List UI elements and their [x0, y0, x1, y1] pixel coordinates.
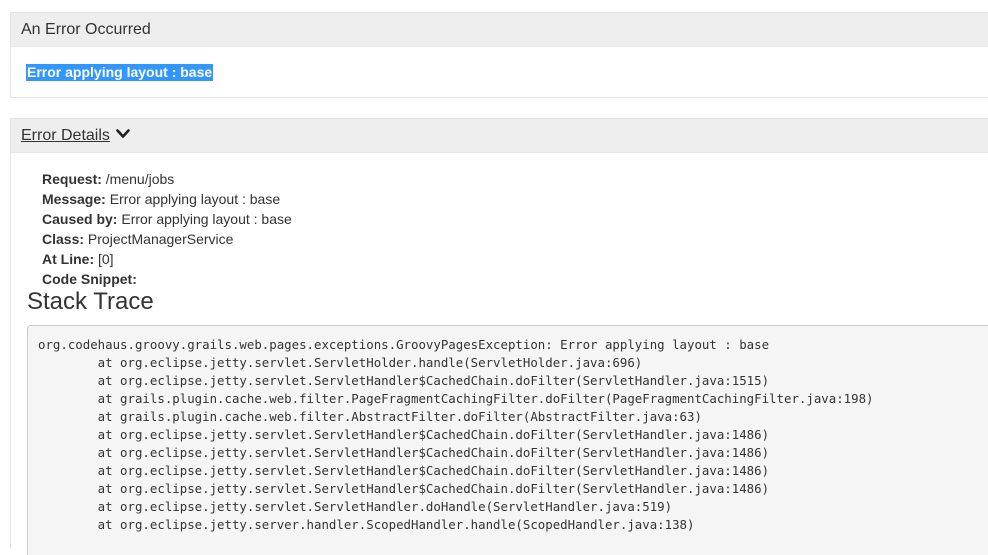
info-label: Message: [42, 191, 106, 207]
stack-trace-line: at org.eclipse.jetty.servlet.ServletHand… [38, 481, 770, 496]
error-details-panel: Error Details Request: /menu/jobs Messag… [10, 118, 988, 555]
info-value: [0] [98, 251, 114, 267]
info-label: At Line: [42, 251, 95, 267]
info-at-line: At Line: [0] [42, 249, 292, 269]
info-value: /menu/jobs [105, 171, 175, 187]
info-label: Request: [42, 171, 102, 187]
stack-trace-line: at org.eclipse.jetty.servlet.ServletHand… [38, 373, 770, 388]
error-message[interactable]: Error applying layout : base [26, 64, 214, 81]
info-label: Caused by: [42, 211, 118, 227]
chevron-down-icon[interactable] [116, 118, 131, 151]
stack-trace-line: at grails.plugin.cache.web.filter.PageFr… [38, 391, 874, 406]
stack-trace-line: at org.eclipse.jetty.servlet.ServletHand… [38, 427, 770, 442]
error-details-heading[interactable]: Error Details [11, 119, 988, 153]
error-panel-heading: An Error Occurred [11, 13, 988, 47]
info-class: Class: ProjectManagerService [42, 229, 292, 249]
info-value: Error applying layout : base [109, 191, 281, 207]
error-info-list: Request: /menu/jobs Message: Error apply… [42, 169, 292, 289]
error-panel-title: An Error Occurred [21, 21, 151, 38]
info-code-snippet: Code Snippet: [42, 269, 292, 289]
info-caused-by: Caused by: Error applying layout : base [42, 209, 292, 229]
stack-trace-line: at org.eclipse.jetty.servlet.ServletHand… [38, 463, 770, 478]
stack-trace-line: at org.eclipse.jetty.servlet.ServletHand… [38, 499, 673, 514]
stack-trace-block[interactable]: org.codehaus.groovy.grails.web.pages.exc… [27, 325, 988, 555]
stack-trace-line: at org.eclipse.jetty.servlet.ServletHand… [38, 445, 770, 460]
info-label: Code Snippet: [42, 271, 137, 287]
stack-trace-title: Stack Trace [27, 288, 154, 315]
error-panel: An Error Occurred Error applying layout … [10, 12, 988, 98]
stack-trace-line: at org.eclipse.jetty.server.handler.Scop… [38, 517, 695, 532]
info-value: Error applying layout : base [121, 211, 292, 227]
stack-trace-line: at org.eclipse.jetty.servlet.ServletHold… [38, 355, 643, 370]
info-message: Message: Error applying layout : base [42, 189, 292, 209]
error-details-toggle[interactable]: Error Details [21, 127, 110, 144]
stack-trace-line: at grails.plugin.cache.web.filter.Abstra… [38, 409, 702, 424]
info-request: Request: /menu/jobs [42, 169, 292, 189]
stack-trace-line: org.codehaus.groovy.grails.web.pages.exc… [38, 337, 770, 352]
info-label: Class: [42, 231, 85, 247]
info-value: ProjectManagerService [87, 231, 234, 247]
